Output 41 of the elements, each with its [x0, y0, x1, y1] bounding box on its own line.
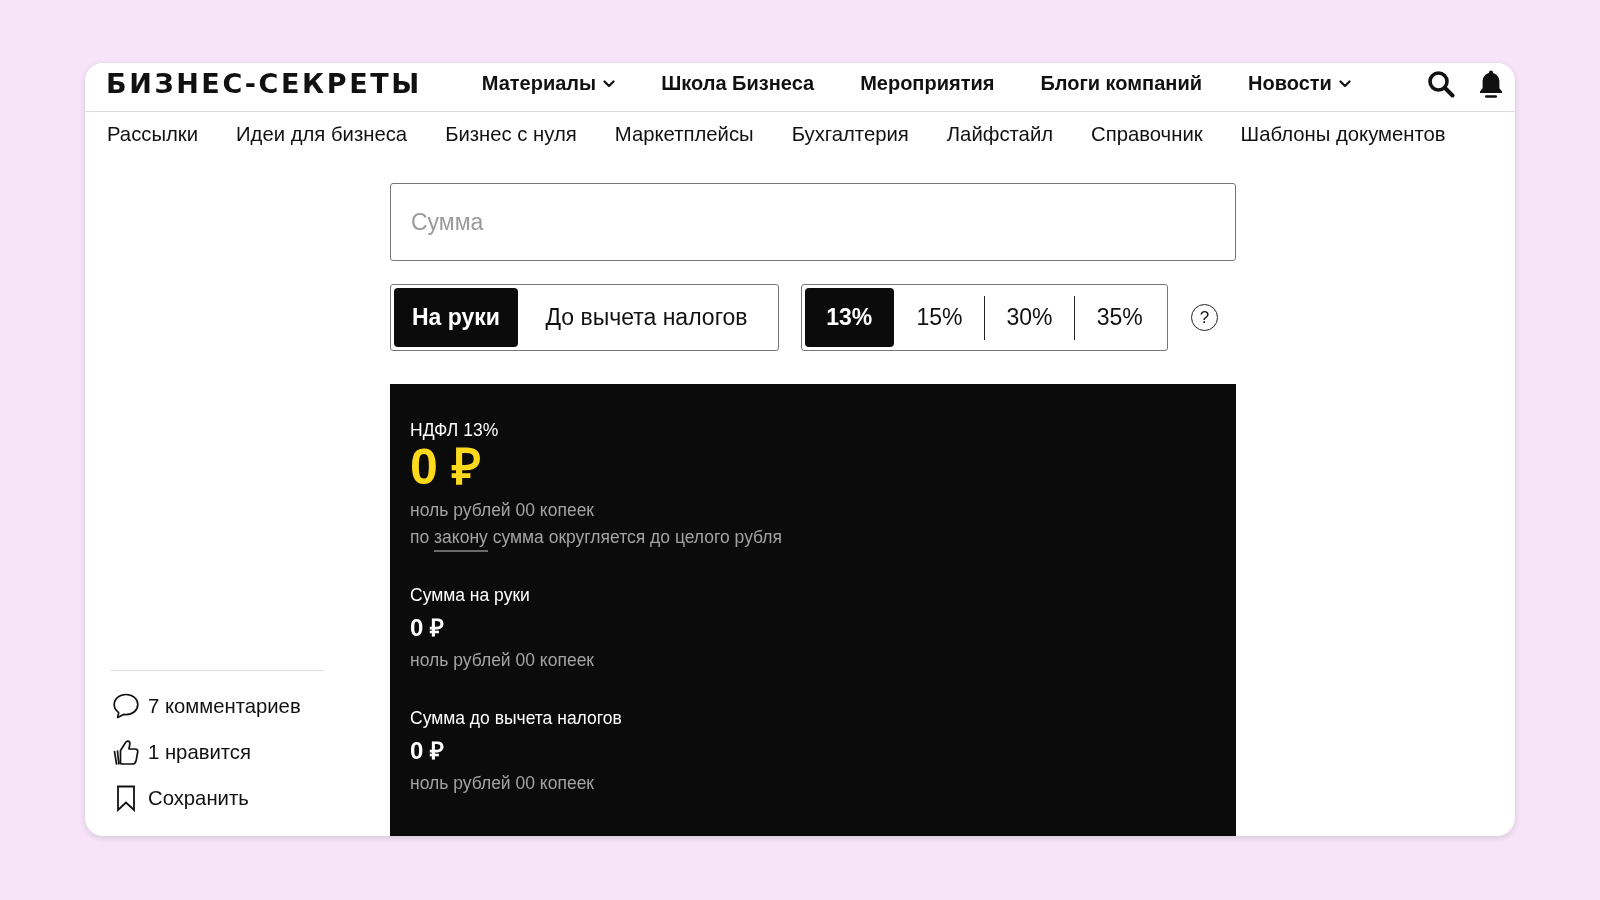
nav-link[interactable]: Новости — [1248, 72, 1351, 95]
tax-label: НДФЛ 13% — [410, 419, 500, 441]
tax-rate-option[interactable]: 30% — [985, 288, 1074, 347]
tax-rate-option[interactable]: 15% — [895, 288, 984, 347]
category-link[interactable]: Рассылки — [107, 122, 199, 146]
chevron-down-icon — [1338, 79, 1351, 88]
nav-link[interactable]: Мероприятия — [860, 72, 995, 95]
amount-input[interactable]: Сумма — [390, 183, 1236, 261]
help-button[interactable]: ? — [1191, 304, 1218, 331]
tax-amount: 0 ₽ — [410, 441, 482, 493]
search-icon[interactable] — [1427, 69, 1455, 98]
amount-in-words: ноль рублей 00 копеек — [410, 499, 595, 521]
sum-label: Сумма до вычета налогов — [410, 707, 623, 729]
category-link[interactable]: Маркетплейсы — [614, 122, 754, 146]
nav-link[interactable]: Школа Бизнеса — [661, 72, 815, 95]
category-link[interactable]: Бухгалтерия — [791, 122, 909, 146]
mode-option[interactable]: До вычета налогов — [518, 288, 775, 347]
chevron-down-icon — [603, 79, 616, 88]
category-link[interactable]: Лайфстайл — [946, 122, 1054, 146]
tax-rate-option[interactable]: 13% — [805, 288, 894, 347]
site-logo[interactable]: БИЗНЕС-СЕКРЕТЫ — [106, 68, 422, 99]
category-link[interactable]: Бизнес с нуля — [445, 122, 577, 146]
thumbs-up-icon — [112, 738, 140, 766]
category-link[interactable]: Справочник — [1091, 122, 1203, 146]
nav-link[interactable]: Блоги компаний — [1040, 72, 1202, 95]
nav-link[interactable]: Материалы — [481, 72, 616, 95]
like-button[interactable]: 1 нравится — [110, 729, 251, 775]
category-link[interactable]: Идеи для бизнеса — [236, 122, 408, 146]
amount-in-words: ноль рублей 00 копеек — [410, 649, 595, 671]
speech-bubble-icon — [112, 692, 140, 720]
tax-rate-option[interactable]: 35% — [1075, 288, 1164, 347]
mode-option[interactable]: На руки — [394, 288, 518, 347]
sum-label: Сумма на руки — [410, 584, 531, 606]
comments-link[interactable]: 7 комментариев — [110, 683, 301, 729]
sum-amount: 0 ₽ — [410, 613, 445, 643]
sum-amount: 0 ₽ — [410, 736, 445, 766]
law-link[interactable]: закону — [434, 527, 488, 552]
category-link[interactable]: Шаблоны документов — [1240, 122, 1446, 146]
amount-in-words: ноль рублей 00 копеек — [410, 772, 595, 794]
save-button[interactable]: Сохранить — [110, 775, 249, 821]
bell-icon[interactable] — [1479, 68, 1503, 99]
